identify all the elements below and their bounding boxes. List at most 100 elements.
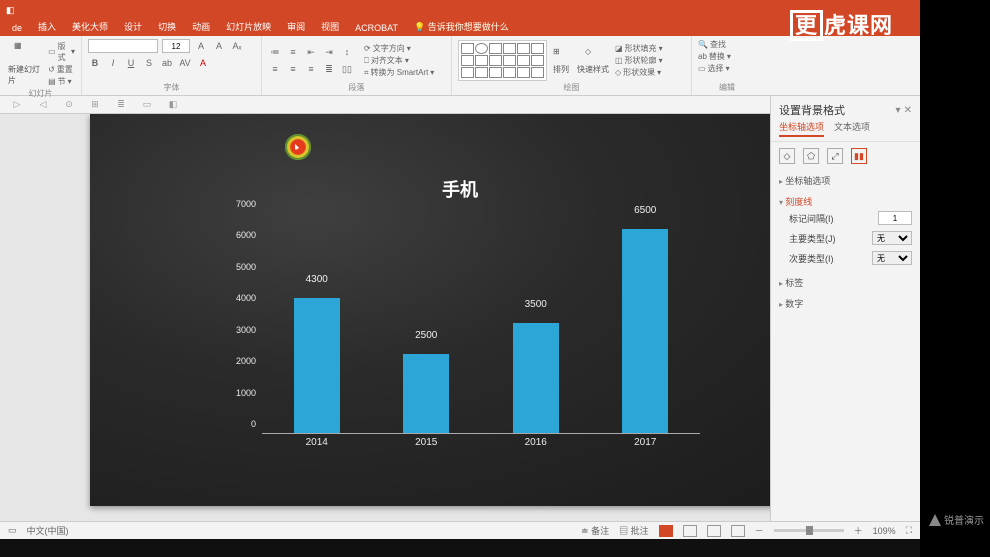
qat-btn-5[interactable]: ≣ — [114, 98, 128, 112]
comments-button[interactable]: ▤ 批注 — [619, 524, 649, 537]
tab-design[interactable]: 设计 — [116, 17, 150, 36]
tab-animation[interactable]: 动画 — [184, 17, 218, 36]
columns-icon[interactable]: ▯▯ — [340, 62, 354, 76]
x-tick: 2015 — [415, 437, 437, 448]
taskbar — [0, 539, 920, 557]
align-right-icon[interactable]: ≡ — [304, 62, 318, 76]
section-number[interactable]: 数字 — [771, 293, 920, 314]
tab-acrobat[interactable]: ACROBAT — [347, 20, 406, 36]
y-tick: 5000 — [236, 262, 256, 272]
arrange-button[interactable]: ⊞排列 — [551, 45, 571, 77]
pane-ic-effects[interactable]: ⬠ — [803, 148, 819, 164]
font-size-select[interactable] — [162, 39, 190, 53]
strike-icon[interactable]: S — [142, 56, 156, 70]
right-strip: 更虎课网 锐普演示 — [920, 0, 990, 557]
qat-btn-3[interactable]: ⊙ — [62, 98, 76, 112]
quickstyles-button[interactable]: ◇快速样式 — [575, 45, 611, 77]
bar-label: 2500 — [415, 330, 437, 341]
status-slide-icon: ▭ — [8, 525, 17, 536]
view-reading-icon[interactable] — [707, 525, 721, 537]
section-axis-options[interactable]: 坐标轴选项 — [771, 170, 920, 191]
align-text-button[interactable]: ⎕ 对齐文本 ▾ — [364, 55, 434, 66]
grow-font-icon[interactable]: A — [194, 39, 208, 53]
view-slideshow-icon[interactable] — [731, 525, 745, 537]
pane-ic-fill[interactable]: ◇ — [779, 148, 795, 164]
qat-btn-1[interactable]: ▷ — [10, 98, 24, 112]
bullets-icon[interactable]: ≔ — [268, 45, 282, 59]
shrink-font-icon[interactable]: A — [212, 39, 226, 53]
y-tick: 4000 — [236, 293, 256, 303]
replace-button[interactable]: ab 替换 ▾ — [698, 51, 731, 62]
section-labels[interactable]: 标签 — [771, 272, 920, 293]
shapes-gallery[interactable] — [458, 40, 547, 81]
italic-icon[interactable]: I — [106, 56, 120, 70]
tab-file[interactable]: de — [4, 20, 30, 36]
section-button[interactable]: ▤ 节 ▾ — [48, 76, 75, 87]
indent-inc-icon[interactable]: ⇥ — [322, 45, 336, 59]
pane-tab-axis[interactable]: 坐标轴选项 — [779, 120, 824, 137]
align-center-icon[interactable]: ≡ — [286, 62, 300, 76]
notes-button[interactable]: ≐ 备注 — [581, 524, 609, 537]
zoom-in-icon[interactable]: ＋ — [854, 524, 863, 537]
find-button[interactable]: 🔍 查找 — [698, 39, 726, 50]
y-tick: 2000 — [236, 356, 256, 366]
convert-smartart-button[interactable]: ⌗ 转换为 SmartArt ▾ — [364, 67, 434, 78]
tab-slideshow[interactable]: 幻灯片放映 — [218, 17, 279, 36]
group-label-editing: 编辑 — [698, 82, 756, 95]
numbering-icon[interactable]: ≡ — [286, 45, 300, 59]
font-family-select[interactable] — [88, 39, 158, 53]
shape-effects-button[interactable]: ◇ 形状效果 ▾ — [615, 67, 663, 78]
view-sorter-icon[interactable] — [683, 525, 697, 537]
shape-fill-button[interactable]: ◪ 形状填充 ▾ — [615, 43, 663, 54]
pane-tab-text[interactable]: 文本选项 — [834, 120, 870, 137]
pane-ic-size[interactable]: ⤢ — [827, 148, 843, 164]
font-color-icon[interactable]: A — [196, 56, 210, 70]
qat-btn-7[interactable]: ◧ — [166, 98, 180, 112]
label-major-type: 主要类型(J) — [789, 232, 836, 245]
justify-icon[interactable]: ≣ — [322, 62, 336, 76]
tab-view[interactable]: 视图 — [313, 17, 347, 36]
tab-insert[interactable]: 插入 — [30, 17, 64, 36]
text-direction-button[interactable]: ⟳ 文字方向 ▾ — [364, 43, 434, 54]
bold-icon[interactable]: B — [88, 56, 102, 70]
spacing-icon[interactable]: AV — [178, 56, 192, 70]
x-tick: 2016 — [525, 437, 547, 448]
layout-button[interactable]: ▭ 版式 ▾ — [48, 41, 75, 63]
qat-btn-6[interactable]: ▭ — [140, 98, 154, 112]
reset-button[interactable]: ↺ 重置 — [48, 64, 75, 75]
select-major-type[interactable]: 无 — [872, 231, 912, 245]
zoom-percent[interactable]: 109% — [873, 526, 896, 536]
fit-window-icon[interactable]: ⛶ — [906, 525, 912, 536]
slide-canvas[interactable]: 手机 01000200030004000500060007000 4300250… — [90, 114, 830, 506]
indent-dec-icon[interactable]: ⇤ — [304, 45, 318, 59]
shadow-icon[interactable]: ab — [160, 56, 174, 70]
x-tick: 2017 — [634, 437, 656, 448]
status-lang[interactable]: 中文(中国) — [27, 524, 69, 537]
section-tickmarks[interactable]: 刻度线 标记间隔(I) 主要类型(J) 无 次要类型(I) 无 — [771, 191, 920, 272]
linespacing-icon[interactable]: ↕ — [340, 45, 354, 59]
pane-close-icon[interactable]: ✕ — [904, 105, 912, 116]
select-button[interactable]: ▭ 选择 ▾ — [698, 63, 730, 74]
app-menu-icon[interactable]: ◧ — [6, 5, 15, 16]
label-minor-type: 次要类型(I) — [789, 252, 834, 265]
shape-outline-button[interactable]: ◫ 形状轮廓 ▾ — [615, 55, 663, 66]
tab-review[interactable]: 审阅 — [279, 17, 313, 36]
clear-format-icon[interactable]: Aₓ — [230, 39, 244, 53]
input-mark-interval[interactable] — [878, 211, 912, 225]
group-label-drawing: 绘图 — [458, 82, 685, 95]
view-normal-icon[interactable] — [659, 525, 673, 537]
zoom-out-icon[interactable]: － — [755, 524, 764, 537]
bar-label: 3500 — [525, 299, 547, 310]
underline-icon[interactable]: U — [124, 56, 138, 70]
new-slide-button[interactable]: ▦新建幻灯片 — [6, 39, 44, 88]
select-minor-type[interactable]: 无 — [872, 251, 912, 265]
qat-btn-4[interactable]: ⊞ — [88, 98, 102, 112]
tellme-box[interactable]: 💡 告诉我你想要做什么 — [406, 17, 517, 36]
pane-dropdown-icon[interactable]: ▾ — [896, 105, 901, 116]
pane-ic-axis[interactable]: ▮▮ — [851, 148, 867, 164]
zoom-slider[interactable] — [774, 529, 844, 532]
align-left-icon[interactable]: ≡ — [268, 62, 282, 76]
tab-transition[interactable]: 切换 — [150, 17, 184, 36]
qat-btn-2[interactable]: ◁ — [36, 98, 50, 112]
tab-beautify[interactable]: 美化大师 — [64, 17, 116, 36]
